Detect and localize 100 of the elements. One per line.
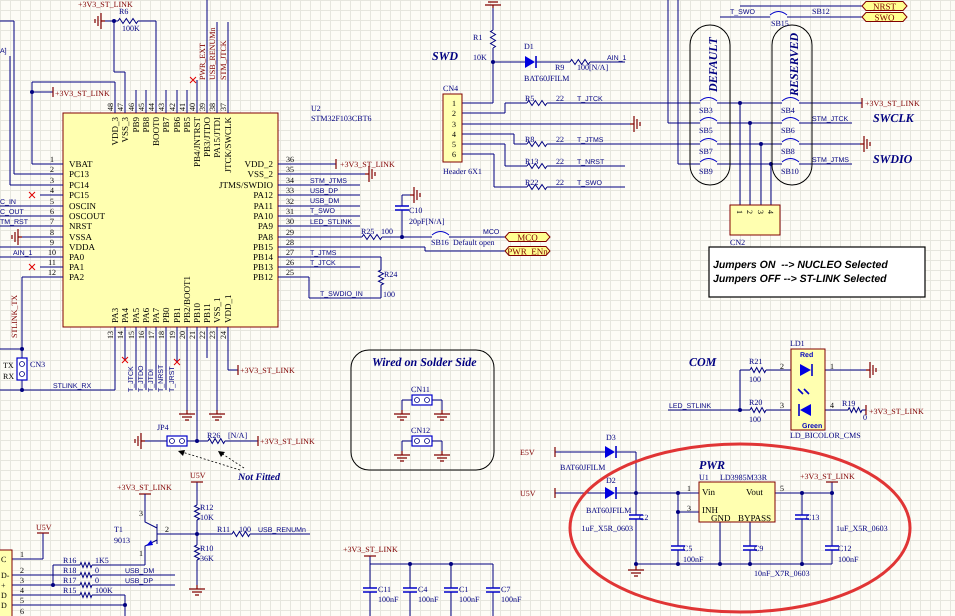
pin-name: VDD_3: [110, 117, 120, 146]
pin-number: 27: [286, 248, 294, 257]
component-ref: CN4: [443, 84, 458, 93]
pin-name: VSS_2: [247, 169, 273, 179]
component-ref: Header 6X1: [443, 167, 482, 176]
component-ref: SB12: [812, 7, 830, 16]
pin-number: 4: [452, 130, 456, 139]
pin-number: 34: [286, 176, 294, 185]
pin-name: PA15/JTDI: [212, 117, 222, 158]
component-ref: SB15: [771, 19, 789, 28]
component-ref: D2: [606, 476, 616, 485]
power-label: USB_RENUMn: [208, 28, 217, 80]
pin-number: 1: [139, 549, 143, 558]
pin-number: 37: [219, 103, 228, 111]
pin-name: PB8: [141, 117, 151, 133]
pin-number: 7: [50, 217, 54, 226]
pin-number: 36: [286, 155, 294, 164]
pin-number: 24: [219, 331, 228, 339]
pin-name: PB3/JTDO: [202, 117, 212, 158]
pin-number: 41: [178, 103, 187, 111]
pin-name: PA9: [258, 221, 273, 231]
component-ref: R24: [384, 270, 398, 279]
pin-number: 3: [780, 401, 784, 410]
component-ref: CN11: [411, 385, 430, 394]
power-label: U5V: [36, 523, 52, 532]
component-ref: SB5: [699, 126, 713, 135]
pin-number: 8: [50, 228, 54, 237]
component-ref: SB4: [781, 106, 795, 115]
pin-number: 29: [286, 228, 294, 237]
pin-number: 16: [137, 331, 146, 339]
pin-name: PA5: [131, 308, 141, 323]
pin-number: 20: [178, 331, 187, 339]
pin-number: 4: [50, 186, 54, 195]
annotation-text: Not Fitted: [238, 472, 280, 483]
pin-name: PA7: [151, 308, 161, 323]
pin-number: 22: [198, 331, 207, 339]
component-ref: LD1: [790, 339, 805, 348]
pin-number: 19: [168, 331, 177, 339]
component-ref: R15: [63, 586, 76, 595]
component-value: 10nF_X7R_0603: [754, 569, 810, 578]
pin-number: 3: [756, 210, 765, 214]
pin-name: PB12: [252, 272, 273, 282]
component-ref: C1: [459, 585, 468, 594]
pin-number: 1: [452, 99, 456, 108]
pin-number: 5: [452, 140, 456, 149]
pin-number: 45: [137, 103, 146, 111]
component-ref: R10: [200, 544, 214, 553]
section-title: DEFAULT: [706, 37, 720, 92]
pin-name: VDDA: [69, 242, 95, 252]
component-value: 100: [749, 415, 761, 424]
pin-number: 2: [452, 109, 456, 118]
component-value: 20pF[N/A]: [409, 217, 445, 226]
pin-number: 4: [20, 586, 24, 595]
component-ref: STM32F103CBT6: [311, 114, 372, 123]
section-title: Wired on Solder Side: [372, 355, 477, 369]
component-ref: CN12: [411, 426, 430, 435]
pin-name: BYPASS: [738, 513, 772, 523]
component-value: 100nF: [501, 595, 522, 604]
component-value: 9013: [114, 536, 130, 545]
pin-number: 39: [198, 103, 207, 111]
component-ref: R8: [525, 135, 534, 144]
component-ref: C12: [838, 544, 852, 553]
component-ref: R21: [749, 357, 762, 366]
component-ref: SB7: [699, 147, 713, 156]
pin-number: 9: [50, 238, 54, 247]
pin-name: OSCOUT: [69, 211, 106, 221]
pin-name: PA10: [253, 211, 273, 221]
pin-number: 46: [127, 103, 136, 111]
power-label: +3V3_ST_LINK: [240, 366, 295, 375]
section-title: RESERVED: [787, 32, 801, 96]
note-text: Jumpers OFF --> ST-LINK Selected: [713, 273, 887, 285]
pin-number: 33: [286, 186, 294, 195]
pin-name: PB2/BOOT1: [182, 276, 192, 323]
pin-number: C: [1, 555, 6, 564]
component-value: 22: [556, 94, 564, 103]
pin-number: 47: [116, 103, 125, 111]
component-ref: R5: [525, 94, 534, 103]
pin-number: 32: [286, 197, 294, 206]
pin-number: 2: [20, 566, 24, 575]
pin-name: PB13: [252, 262, 273, 272]
section-title: PWR: [699, 458, 726, 472]
pin-name: NRST: [69, 221, 92, 231]
pin-name: Vout: [746, 487, 763, 497]
pin-number: 3: [139, 509, 143, 518]
component-value: 100nF: [378, 595, 398, 604]
pin-name: PB9: [131, 117, 141, 133]
pin-name: VDD_2: [244, 159, 273, 169]
pin-number: D: [1, 601, 7, 610]
pin-number: 25: [286, 268, 294, 277]
pin-name: PA1: [69, 262, 84, 272]
pin-name: BOOT0: [151, 117, 161, 146]
pin-name: PA12: [253, 190, 273, 200]
pin-number: 14: [116, 331, 125, 339]
pin-name: JTMS/SWDIO: [218, 180, 273, 190]
component-value: 1uF_X5R_0603: [836, 524, 888, 533]
pin-number: 44: [147, 103, 156, 111]
pin-number: 6: [452, 150, 456, 159]
net-port: PWR_ENn: [504, 246, 551, 256]
component-value: 100: [239, 525, 251, 534]
power-label: STLINK_TX: [10, 294, 19, 338]
